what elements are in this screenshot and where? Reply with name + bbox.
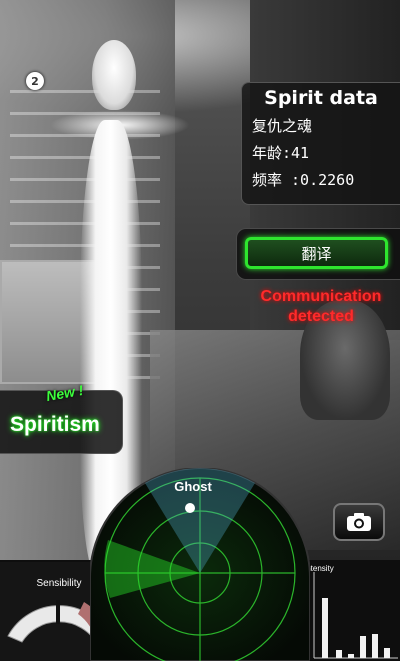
- spirit-age: 年龄:41: [252, 144, 310, 162]
- ghost-radar: [90, 468, 310, 661]
- spiritism-label: Spiritism: [10, 413, 100, 436]
- translate-button[interactable]: 翻译: [245, 237, 388, 269]
- ghost-blip: [185, 503, 195, 513]
- camera-icon: [347, 513, 371, 531]
- intensity-bar-5: [372, 634, 378, 658]
- radar-ghost-label: Ghost: [174, 479, 212, 494]
- spirit-name: 复仇之魂: [252, 117, 313, 135]
- spirit-data-panel: Spirit data 复仇之魂 年龄:41 频率 :0.2260: [241, 82, 400, 205]
- communication-status-line2: detected: [288, 308, 354, 325]
- camera-button[interactable]: [333, 503, 385, 541]
- spiritism-button[interactable]: New ! Spiritism: [0, 382, 123, 454]
- communication-status-line1: Communication: [260, 288, 382, 305]
- spirit-data-title: Spirit data: [264, 87, 378, 109]
- notification-badge[interactable]: 2: [26, 72, 44, 90]
- translate-button-container: 翻译: [236, 228, 400, 280]
- intensity-bar-3: [348, 654, 354, 658]
- intensity-bar-6: [384, 648, 390, 658]
- communication-status: Communication detected: [242, 287, 400, 327]
- intensity-bar-2: [336, 650, 342, 658]
- intensity-bar-4: [360, 636, 366, 658]
- intensity-bar-1: [322, 598, 328, 658]
- sensibility-needle: [56, 600, 60, 624]
- intensity-meter: [300, 560, 400, 661]
- spirit-frequency: 频率 :0.2260: [252, 171, 355, 189]
